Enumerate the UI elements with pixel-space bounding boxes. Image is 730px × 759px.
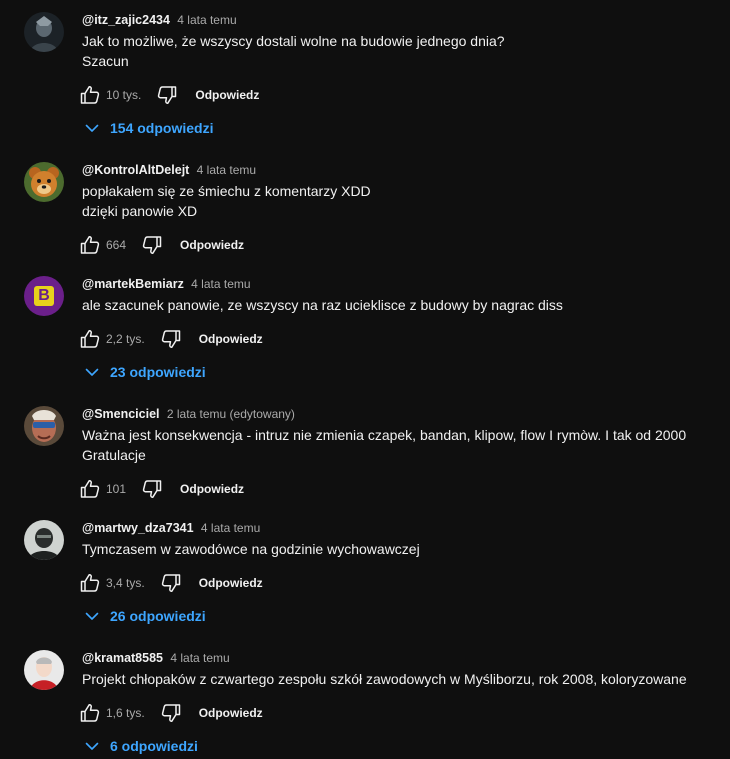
thumb-down-icon xyxy=(159,571,183,595)
avatar[interactable] xyxy=(24,406,64,446)
comment-text: Jak to możliwe, że wszyscy dostali wolne… xyxy=(82,33,505,69)
comment-time[interactable]: 4 lata temu xyxy=(191,277,250,291)
dislike-button[interactable] xyxy=(140,477,164,501)
comment-actions: 1,6 tys. Odpowiedz xyxy=(78,701,263,725)
comment-author[interactable]: @itz_zajic2434 xyxy=(82,13,170,27)
reply-button[interactable]: Odpowiedz xyxy=(199,576,263,590)
face-photo-avatar xyxy=(24,406,64,446)
replies-count: 154 odpowiedzi xyxy=(110,120,214,136)
like-button[interactable] xyxy=(78,83,102,107)
comment-author[interactable]: @Smenciciel xyxy=(82,407,160,421)
masked-figure-avatar xyxy=(24,520,64,560)
view-replies-button[interactable]: 154 odpowiedzi xyxy=(82,118,213,138)
like-count: 101 xyxy=(106,482,127,496)
like-button[interactable] xyxy=(78,701,102,725)
comment-text: Projekt chłopaków z czwartego zespołu sz… xyxy=(82,671,687,687)
comment-header: @martekBemiarz 4 lata temu xyxy=(82,276,714,292)
reply-button[interactable]: Odpowiedz xyxy=(180,238,244,252)
comment-text: popłakałem się ze śmiechu z komentarzy X… xyxy=(82,183,371,219)
thumb-up-icon xyxy=(78,327,102,351)
reply-button[interactable]: Odpowiedz xyxy=(199,706,263,720)
comment-text: ale szacunek panowie, ze wszyscy na raz … xyxy=(82,297,563,313)
like-count: 664 xyxy=(106,238,127,252)
comment-time[interactable]: 4 lata temu xyxy=(201,521,260,535)
cartoon-bear-avatar xyxy=(24,162,64,202)
comment-time[interactable]: 4 lata temu xyxy=(170,651,229,665)
avatar[interactable] xyxy=(24,520,64,560)
reply-button[interactable]: Odpowiedz xyxy=(180,482,244,496)
chevron-down-icon xyxy=(82,362,102,382)
thumb-down-icon xyxy=(140,233,164,257)
chevron-down-icon xyxy=(82,736,102,756)
view-replies-button[interactable]: 23 odpowiedzi xyxy=(82,362,206,382)
dislike-button[interactable] xyxy=(155,83,179,107)
comment-header: @kramat8585 4 lata temu xyxy=(82,650,714,666)
like-button[interactable] xyxy=(78,327,102,351)
comments-section: @itz_zajic2434 4 lata temu Jak to możliw… xyxy=(0,0,730,759)
dark-figure-avatar xyxy=(24,12,64,52)
like-count: 1,6 tys. xyxy=(106,706,145,720)
dislike-button[interactable] xyxy=(159,327,183,351)
letter-b-avatar: B xyxy=(38,287,50,304)
comment-actions: 664 Odpowiedz xyxy=(78,233,244,257)
comment-time[interactable]: 4 lata temu xyxy=(197,163,256,177)
thumb-up-icon xyxy=(78,83,102,107)
comment-actions: 101 Odpowiedz xyxy=(78,477,244,501)
thumb-up-icon xyxy=(78,571,102,595)
comment-header: @KontrolAltDelejt 4 lata temu xyxy=(82,162,714,178)
comment-author[interactable]: @martwy_dza7341 xyxy=(82,521,194,535)
avatar[interactable] xyxy=(24,650,64,690)
thumb-down-icon xyxy=(155,83,179,107)
comment-text: Tymczasem w zawodówce na godzinie wychow… xyxy=(82,541,420,557)
dislike-button[interactable] xyxy=(140,233,164,257)
comment-actions: 3,4 tys. Odpowiedz xyxy=(78,571,263,595)
thumb-down-icon xyxy=(140,477,164,501)
chevron-down-icon xyxy=(82,118,102,138)
comment-author[interactable]: @martekBemiarz xyxy=(82,277,184,291)
comment-text: Ważna jest konsekwencja - intruz nie zmi… xyxy=(82,427,687,463)
reply-button[interactable]: Odpowiedz xyxy=(199,332,263,346)
view-replies-button[interactable]: 26 odpowiedzi xyxy=(82,606,206,626)
comment-author[interactable]: @KontrolAltDelejt xyxy=(82,163,189,177)
view-replies-button[interactable]: 6 odpowiedzi xyxy=(82,736,198,756)
avatar[interactable] xyxy=(24,12,64,52)
comment-header: @itz_zajic2434 4 lata temu xyxy=(82,12,714,28)
chevron-down-icon xyxy=(82,606,102,626)
like-button[interactable] xyxy=(78,477,102,501)
comment-actions: 2,2 tys. Odpowiedz xyxy=(78,327,263,351)
thumb-up-icon xyxy=(78,477,102,501)
like-count: 10 tys. xyxy=(106,88,142,102)
comment-header: @martwy_dza7341 4 lata temu xyxy=(82,520,714,536)
dislike-button[interactable] xyxy=(159,701,183,725)
replies-count: 26 odpowiedzi xyxy=(110,608,206,624)
thumb-down-icon xyxy=(159,327,183,351)
thumb-up-icon xyxy=(78,701,102,725)
comment-header: @Smenciciel 2 lata temu (edytowany) xyxy=(82,406,714,422)
like-count: 3,4 tys. xyxy=(106,576,145,590)
like-button[interactable] xyxy=(78,233,102,257)
dislike-button[interactable] xyxy=(159,571,183,595)
comment-time[interactable]: 4 lata temu xyxy=(177,13,236,27)
replies-count: 6 odpowiedzi xyxy=(110,738,198,754)
comment-actions: 10 tys. Odpowiedz xyxy=(78,83,259,107)
thumb-up-icon xyxy=(78,233,102,257)
replies-count: 23 odpowiedzi xyxy=(110,364,206,380)
comment-author[interactable]: @kramat8585 xyxy=(82,651,163,665)
avatar[interactable] xyxy=(24,162,64,202)
thumb-down-icon xyxy=(159,701,183,725)
reply-button[interactable]: Odpowiedz xyxy=(195,88,259,102)
like-button[interactable] xyxy=(78,571,102,595)
comment-time[interactable]: 2 lata temu (edytowany) xyxy=(167,407,295,421)
red-figure-avatar xyxy=(24,650,64,690)
like-count: 2,2 tys. xyxy=(106,332,145,346)
